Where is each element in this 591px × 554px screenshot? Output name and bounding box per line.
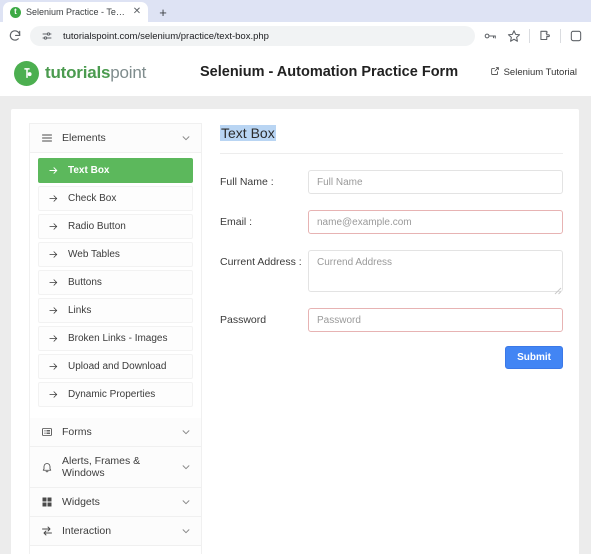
- bell-icon: [40, 461, 53, 473]
- form-row-current-address: Current Address :: [220, 250, 563, 295]
- form-row-email: Email :: [220, 210, 563, 234]
- arrow-right-icon: [48, 389, 59, 400]
- sidebar-item-radio-button[interactable]: Radio Button: [38, 214, 193, 239]
- sidebar-section-widgets[interactable]: Widgets: [30, 488, 201, 517]
- page-title: Selenium - Automation Practice Form: [200, 64, 459, 80]
- new-tab-button[interactable]: +: [153, 2, 173, 22]
- sidebar-item-label: Dynamic Properties: [68, 389, 156, 400]
- submit-row: Submit: [220, 346, 563, 369]
- external-link-icon: [490, 66, 500, 79]
- browser-toolbar: tutorialspoint.com/selenium/practice/tex…: [0, 22, 591, 50]
- arrow-right-icon: [48, 277, 59, 288]
- sidebar-item-check-box[interactable]: Check Box: [38, 186, 193, 211]
- email-label: Email :: [220, 216, 253, 228]
- arrow-right-icon: [48, 305, 59, 316]
- chevron-down-icon: [180, 497, 191, 507]
- elements-menu-list: Text Box Check Box Radio Button Web Tabl…: [30, 153, 201, 418]
- sidebar-section-elements[interactable]: Elements: [30, 124, 201, 153]
- key-icon[interactable]: [481, 27, 499, 45]
- current-address-wrapper: [308, 250, 563, 295]
- reload-icon[interactable]: [6, 27, 24, 45]
- chevron-down-icon: [180, 526, 191, 536]
- tab-title: Selenium Practice - Text Box: [26, 7, 126, 17]
- tune-icon[interactable]: [38, 27, 56, 45]
- sidebar-item-broken-links-images[interactable]: Broken Links - Images: [38, 326, 193, 351]
- sidebar-section-label: Alerts, Frames & Windows: [62, 455, 141, 479]
- sidebar-section-forms[interactable]: Forms: [30, 418, 201, 447]
- profile-icon[interactable]: [567, 27, 585, 45]
- hamburger-icon: [40, 132, 53, 144]
- puzzle-icon[interactable]: [536, 27, 554, 45]
- arrow-right-icon: [48, 165, 59, 176]
- arrow-right-icon: [48, 193, 59, 204]
- sidebar-item-label: Web Tables: [68, 249, 120, 260]
- selenium-tutorial-label: Selenium Tutorial: [503, 67, 577, 78]
- arrows-icon: [40, 525, 53, 537]
- site-logo[interactable]: tutorialspoint: [14, 60, 146, 86]
- arrow-right-icon: [48, 333, 59, 344]
- sidebar-item-label: Upload and Download: [68, 361, 167, 372]
- sidebar-item-text-box[interactable]: Text Box: [38, 158, 193, 183]
- toolbar-divider-2: [560, 29, 561, 43]
- arrow-right-icon: [48, 221, 59, 232]
- page-viewport: tutorialspoint Selenium - Automation Pra…: [0, 50, 591, 554]
- grid-icon: [40, 496, 53, 508]
- sidebar-section-label: Widgets: [62, 496, 100, 508]
- brand-second: point: [110, 63, 147, 82]
- chevron-down-icon: [180, 427, 191, 437]
- sidebar-item-upload-and-download[interactable]: Upload and Download: [38, 354, 193, 379]
- password-input[interactable]: [308, 308, 563, 332]
- sidebar-item-web-tables[interactable]: Web Tables: [38, 242, 193, 267]
- full-name-label: Full Name :: [220, 176, 274, 188]
- sidebar-item-label: Links: [68, 305, 92, 316]
- sidebar-section-label: Elements: [62, 132, 106, 144]
- sidebar-item-label: Radio Button: [68, 221, 126, 232]
- arrow-right-icon: [48, 249, 59, 260]
- sidebar-section-interaction[interactable]: Interaction: [30, 517, 201, 546]
- sidebar-item-buttons[interactable]: Buttons: [38, 270, 193, 295]
- close-icon[interactable]: ✕: [131, 6, 143, 18]
- browser-window: t Selenium Practice - Text Box ✕ + tutor…: [0, 0, 591, 554]
- password-label: Password: [220, 314, 267, 326]
- text-box-form-panel: Text Box Full Name : Email : Current Add…: [212, 123, 569, 554]
- brand-first: tutorials: [45, 63, 111, 82]
- form-heading: Text Box: [220, 125, 276, 141]
- browser-tab-active[interactable]: t Selenium Practice - Text Box ✕: [3, 2, 148, 22]
- heading-divider: [220, 153, 563, 154]
- form-row-password: Password: [220, 308, 563, 332]
- sidebar-item-links[interactable]: Links: [38, 298, 193, 323]
- selenium-tutorial-link[interactable]: Selenium Tutorial: [490, 66, 577, 79]
- sidebar-item-label: Check Box: [68, 193, 117, 204]
- address-bar-url: tutorialspoint.com/selenium/practice/tex…: [63, 30, 269, 42]
- toolbar-divider: [529, 29, 530, 43]
- address-bar[interactable]: tutorialspoint.com/selenium/practice/tex…: [30, 26, 475, 46]
- sidebar-section-label: Forms: [62, 426, 92, 438]
- submit-button[interactable]: Submit: [505, 346, 563, 369]
- sidebar-item-dynamic-properties[interactable]: Dynamic Properties: [38, 382, 193, 407]
- sidebar-item-label: Broken Links - Images: [68, 333, 168, 344]
- form-row-full-name: Full Name :: [220, 170, 563, 194]
- sidebar: Elements Text Box Check Box Radio Button…: [29, 123, 202, 554]
- site-header: tutorialspoint Selenium - Automation Pra…: [0, 50, 591, 97]
- chevron-down-icon: [180, 462, 191, 472]
- full-name-input[interactable]: [308, 170, 563, 194]
- sidebar-item-label: Buttons: [68, 277, 102, 288]
- sidebar-item-label: Text Box: [68, 165, 110, 176]
- list-icon: [40, 426, 53, 438]
- email-input[interactable]: [308, 210, 563, 234]
- tab-strip: t Selenium Practice - Text Box ✕ +: [0, 0, 591, 22]
- current-address-label: Current Address :: [220, 256, 302, 268]
- brand-wordmark: tutorialspoint: [45, 63, 146, 83]
- content-background: Elements Text Box Check Box Radio Button…: [0, 97, 591, 554]
- practice-card: Elements Text Box Check Box Radio Button…: [11, 109, 579, 554]
- chevron-down-icon: [180, 133, 191, 143]
- sidebar-section-alerts-frames-windows[interactable]: Alerts, Frames & Windows: [30, 447, 201, 488]
- star-icon[interactable]: [505, 27, 523, 45]
- arrow-right-icon: [48, 361, 59, 372]
- current-address-textarea[interactable]: [308, 250, 563, 292]
- sidebar-section-label: Interaction: [62, 525, 112, 537]
- tutorialspoint-logo-icon: [14, 60, 39, 86]
- tutorialspoint-favicon-icon: t: [10, 6, 21, 18]
